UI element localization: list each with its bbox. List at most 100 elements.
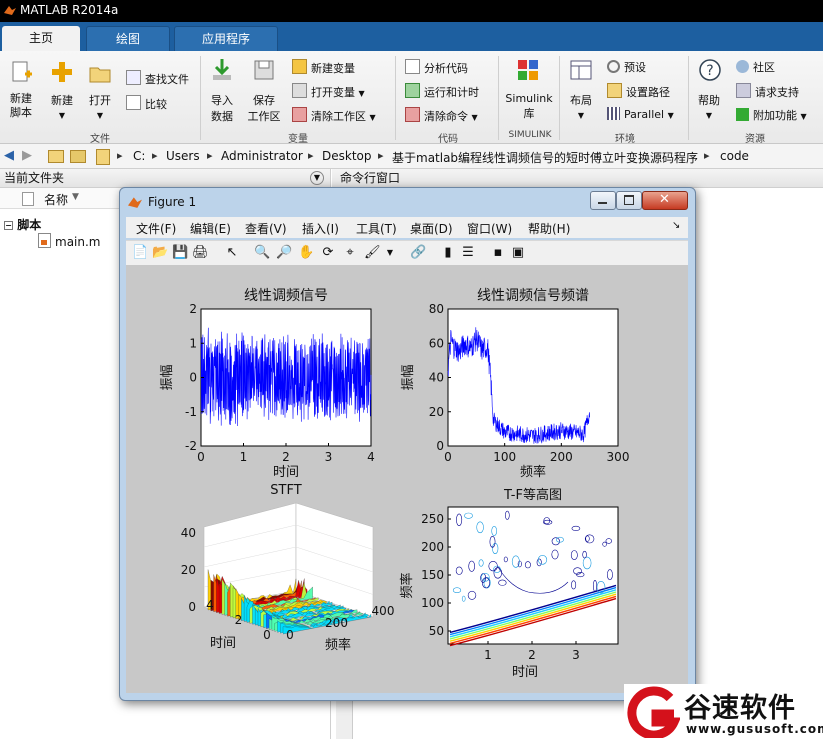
dock-icon[interactable]: ↘ (672, 220, 680, 231)
close-button[interactable]: ✕ (642, 191, 688, 210)
preferences-button[interactable]: 预设 (607, 59, 646, 75)
find-files-button[interactable]: 查找文件 (126, 70, 189, 87)
tree-file-main[interactable]: main.m (38, 233, 101, 249)
crumb-c[interactable]: C: (133, 149, 145, 163)
up-folder-icon[interactable] (48, 150, 64, 163)
menu-edit[interactable]: 编辑(E) (190, 220, 231, 237)
link-plot-icon[interactable]: 🔗 (410, 245, 426, 261)
plot1-xtick-label: 3 (325, 450, 333, 464)
forward-arrow-icon[interactable]: ▶ (22, 148, 32, 163)
import-data-button[interactable]: 导入 数据 (206, 92, 238, 124)
help-button[interactable]: 帮助 ▼ (694, 92, 724, 121)
clear-workspace-button[interactable]: 清除工作区 ▼ (292, 107, 376, 124)
plot1-xtick-label: 2 (282, 450, 290, 464)
tree-folder-script[interactable]: − 脚本 (4, 216, 41, 233)
menu-file[interactable]: 文件(F) (136, 220, 176, 237)
file-label: main.m (55, 235, 101, 249)
zoom-in-icon[interactable]: 🔍 (254, 245, 270, 261)
new-script-button[interactable]: 新建 脚本 (4, 92, 38, 120)
menu-window[interactable]: 窗口(W) (467, 220, 512, 237)
tab-home[interactable]: 主页 (2, 26, 80, 51)
plot3-ytick-label: 2 (235, 613, 243, 627)
menu-insert[interactable]: 插入(I) (302, 220, 339, 237)
plot4-ylabel: 频率 (399, 572, 415, 598)
plot4-xtick-label: 1 (484, 648, 492, 662)
watermark-url: www.gususoft.com (686, 722, 823, 736)
open-variable-label: 打开变量 (311, 86, 355, 99)
menu-view[interactable]: 查看(V) (245, 220, 287, 237)
new-variable-button[interactable]: 新建变量 (292, 59, 355, 76)
tab-plots[interactable]: 绘图 (86, 26, 170, 52)
set-path-icon (607, 83, 622, 98)
plot1-ytick-label: 0 (189, 371, 197, 385)
hide-plot-tools-icon[interactable]: ▪ (490, 245, 506, 261)
panel-options-icon[interactable]: ▼ (310, 171, 324, 185)
save-figure-icon[interactable]: 💾 (172, 245, 188, 261)
plot3-ztick-label: 0 (188, 600, 196, 614)
community-button[interactable]: 社区 (736, 59, 775, 75)
rotate-3d-icon[interactable]: ⟳ (320, 245, 336, 261)
figure-window[interactable]: Figure 1 ✕ 文件(F) 编辑(E) 查看(V) 插入(I) 工具(T)… (119, 187, 696, 701)
figure-menubar: 文件(F) 编辑(E) 查看(V) 插入(I) 工具(T) 桌面(D) 窗口(W… (126, 217, 688, 238)
compare-label: 比较 (145, 98, 167, 111)
tab-apps[interactable]: 应用程序 (174, 26, 278, 52)
add-ons-button[interactable]: 附加功能 ▼ (736, 107, 807, 123)
set-path-button[interactable]: 设置路径 (607, 83, 670, 100)
minimize-button[interactable] (590, 191, 616, 210)
legend-icon[interactable]: ☰ (460, 245, 476, 261)
show-plot-tools-icon[interactable]: ▣ (510, 245, 526, 261)
add-ons-label: 附加功能 (753, 109, 797, 122)
plot3-ztick-label: 40 (181, 526, 196, 540)
collapse-icon[interactable]: − (4, 221, 13, 230)
menu-tools[interactable]: 工具(T) (356, 220, 397, 237)
analyze-code-button[interactable]: 分析代码 (405, 59, 468, 76)
plot2-ytick-label: 80 (429, 302, 444, 316)
current-folder-title: 当前文件夹 (4, 171, 65, 185)
gususoft-logo-icon (627, 686, 680, 738)
compare-button[interactable]: 比较 (126, 95, 167, 112)
gear-icon (607, 60, 620, 73)
menu-help[interactable]: 帮助(H) (528, 220, 570, 237)
brush-dropdown-icon[interactable]: ▼ (382, 245, 398, 261)
figure-canvas[interactable]: 0 1 2 3 4 -2 -1 0 1 2 线性调频信号 时间 振幅 0 100 200 300 0 20 40 60 8… (126, 265, 688, 693)
crumb-desktop[interactable]: Desktop (322, 149, 372, 163)
simulink-library-button[interactable]: Simulink 库 (504, 92, 554, 121)
chevron-right-icon: ▸ (308, 149, 314, 162)
parallel-button[interactable]: Parallel ▼ (607, 107, 674, 121)
maximize-button[interactable] (616, 191, 642, 210)
print-icon[interactable]: 🖨 (192, 245, 209, 261)
back-arrow-icon[interactable]: ◀ (4, 148, 14, 163)
open-button[interactable]: 打开 ▼ (84, 92, 116, 121)
open-folder-icon (89, 67, 111, 83)
clear-workspace-icon (292, 107, 307, 122)
figure-toolbar: 📄 📂 💾 🖨 ↖ 🔍 🔎 ✋ ⟳ ⌖ 🖌 ▼ 🔗 ▮ ☰ ▪ ▣ (126, 240, 688, 265)
open-file-icon[interactable]: 📂 (152, 245, 168, 261)
plot3-title: STFT (270, 483, 301, 498)
data-cursor-icon[interactable]: ⌖ (342, 245, 358, 261)
pan-icon[interactable]: ✋ (298, 245, 314, 261)
new-button[interactable]: 新建 ▼ (46, 92, 78, 121)
plot2-ytick-label: 40 (429, 371, 444, 385)
crumb-project-folder[interactable]: 基于matlab编程线性调频信号的短时傅立叶变换源码程序 (392, 149, 698, 166)
run-and-time-button[interactable]: 运行和计时 (405, 83, 479, 100)
parallel-label: Parallel (624, 108, 665, 121)
edit-plot-icon[interactable]: ↖ (224, 245, 240, 261)
clear-commands-button[interactable]: 清除命令 ▼ (405, 107, 478, 124)
crumb-administrator[interactable]: Administrator (221, 149, 303, 163)
community-label: 社区 (753, 61, 775, 74)
zoom-out-icon[interactable]: 🔎 (276, 245, 292, 261)
new-figure-icon[interactable]: 📄 (132, 245, 148, 261)
save-workspace-button[interactable]: 保存 工作区 (244, 92, 284, 124)
plot1-ytick-label: 2 (189, 302, 197, 316)
brush-icon[interactable]: 🖌 (364, 245, 381, 261)
browse-folder-icon[interactable] (70, 150, 86, 163)
menu-desktop[interactable]: 桌面(D) (410, 220, 453, 237)
crumb-users[interactable]: Users (166, 149, 200, 163)
support-icon (736, 83, 751, 98)
plot4-xtick-label: 3 (572, 648, 580, 662)
layout-button[interactable]: 布局 ▼ (566, 92, 596, 121)
open-variable-button[interactable]: 打开变量 ▼ (292, 83, 365, 100)
colorbar-icon[interactable]: ▮ (440, 245, 456, 261)
crumb-code[interactable]: code (720, 149, 749, 163)
request-support-button[interactable]: 请求支持 (736, 83, 799, 100)
